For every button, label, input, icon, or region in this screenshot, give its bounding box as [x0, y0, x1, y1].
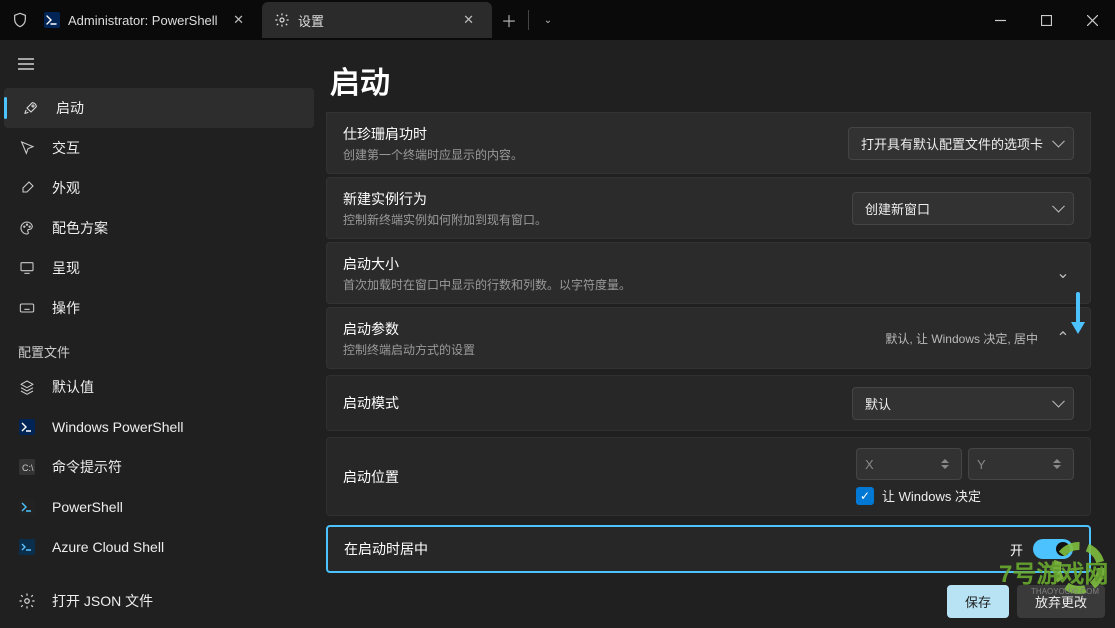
let-windows-decide-checkbox[interactable]: ✓ 让 Windows 决定: [856, 486, 981, 505]
nav-appearance[interactable]: 外观: [0, 168, 318, 208]
close-button[interactable]: [1069, 0, 1115, 40]
close-icon[interactable]: ✕: [457, 10, 480, 30]
nav-actions[interactable]: 操作: [0, 288, 318, 328]
profile-defaults[interactable]: 默认值: [0, 367, 318, 407]
minimize-button[interactable]: [977, 0, 1023, 40]
profile-cmd[interactable]: C:\ 命令提示符: [0, 447, 318, 487]
spinner-icon[interactable]: [1053, 453, 1067, 475]
card-title: 仕珍珊肩功时: [343, 124, 848, 144]
content: 启动 仕珍珊肩功时 创建第一个终端时应显示的内容。 打开具有默认配置文件的选项卡…: [318, 40, 1115, 628]
nav-label: 外观: [52, 178, 80, 198]
nav-rendering[interactable]: 呈现: [0, 248, 318, 288]
window-controls: [977, 0, 1115, 40]
card-title: 启动大小: [343, 254, 1042, 274]
close-icon[interactable]: ✕: [227, 10, 250, 30]
titlebar: Administrator: PowerShell ✕ 设置 ✕ ＋ ⌄: [0, 0, 1115, 40]
open-json-label: 打开 JSON 文件: [52, 591, 153, 611]
keyboard-icon: [18, 300, 36, 316]
svg-text:C:\: C:\: [22, 463, 34, 473]
default-profile-dropdown[interactable]: 打开具有默认配置文件的选项卡: [848, 127, 1074, 160]
row-label: 启动位置: [343, 467, 856, 487]
palette-icon: [18, 220, 36, 236]
powershell-icon: [44, 12, 60, 28]
nav-label: 呈现: [52, 258, 80, 278]
profile-azure[interactable]: Azure Cloud Shell: [0, 527, 318, 567]
card-title: 新建实例行为: [343, 189, 852, 209]
gear-icon: [18, 592, 36, 610]
row-launch-position: 启动位置 X Y ✓ 让 Windows 决定: [326, 437, 1091, 516]
nav-startup[interactable]: 启动: [4, 88, 314, 128]
row-launch-mode: 启动模式 默认: [326, 375, 1091, 431]
discard-button[interactable]: 放弃更改: [1017, 585, 1105, 618]
nav-label: 交互: [52, 138, 80, 158]
tab-label: 设置: [298, 11, 449, 30]
spinner-icon[interactable]: [941, 453, 955, 475]
cmd-icon: C:\: [18, 459, 36, 475]
pwsh-icon: [18, 499, 36, 515]
tab-powershell[interactable]: Administrator: PowerShell ✕: [32, 2, 262, 38]
nav-label: 启动: [56, 98, 84, 118]
toggle-state-label: 开: [1010, 540, 1023, 559]
tab-dropdown-button[interactable]: ⌄: [531, 15, 565, 26]
shield-icon: [8, 12, 32, 28]
card-subtitle: 控制终端启动方式的设置: [343, 341, 885, 358]
tab-divider: [528, 10, 529, 30]
nav-label: 配色方案: [52, 218, 108, 238]
card-launch-size[interactable]: 启动大小 首次加载时在窗口中显示的行数和列数。以字符度量。 ⌄: [326, 242, 1091, 304]
profile-winpowershell[interactable]: Windows PowerShell: [0, 407, 318, 447]
nav-label: PowerShell: [52, 499, 123, 515]
new-instance-dropdown[interactable]: 创建新窗口: [852, 192, 1074, 225]
card-summary: 默认, 让 Windows 决定, 居中: [885, 330, 1038, 347]
page-title: 启动: [330, 58, 1091, 102]
rocket-icon: [22, 100, 40, 116]
monitor-icon: [18, 260, 36, 276]
save-button[interactable]: 保存: [947, 585, 1009, 618]
layers-icon: [18, 379, 36, 395]
nav-label: 默认值: [52, 377, 94, 397]
card-subtitle: 控制新终端实例如何附加到现有窗口。: [343, 211, 852, 228]
nav-label: 命令提示符: [52, 457, 122, 477]
chevron-down-icon[interactable]: ⌄: [1052, 263, 1074, 283]
card-subtitle: 首次加载时在窗口中显示的行数和列数。以字符度量。: [343, 276, 1042, 293]
gear-icon: [274, 12, 290, 28]
card-default-profile: 仕珍珊肩功时 创建第一个终端时应显示的内容。 打开具有默认配置文件的选项卡: [326, 112, 1091, 174]
nav-colorschemes[interactable]: 配色方案: [0, 208, 318, 248]
tab-settings[interactable]: 设置 ✕: [262, 2, 492, 38]
x-input[interactable]: X: [856, 448, 962, 480]
brush-icon: [18, 180, 36, 196]
powershell-icon: [18, 419, 36, 435]
row-center-on-launch: 在启动时居中 开: [326, 525, 1091, 573]
sidebar: 启动 交互 外观 配色方案 呈现 操作 配置文件: [0, 40, 318, 628]
row-label: 在启动时居中: [344, 539, 1010, 559]
annotation-arrow-icon: [1069, 292, 1087, 336]
nav-label: Windows PowerShell: [52, 419, 184, 435]
center-on-launch-toggle[interactable]: [1033, 539, 1073, 559]
card-subtitle: 创建第一个终端时应显示的内容。: [343, 146, 848, 163]
card-new-instance: 新建实例行为 控制新终端实例如何附加到现有窗口。 创建新窗口: [326, 177, 1091, 239]
azure-icon: [18, 539, 36, 555]
nav-interaction[interactable]: 交互: [0, 128, 318, 168]
menu-button[interactable]: [6, 46, 46, 82]
tab-label: Administrator: PowerShell: [68, 13, 219, 28]
maximize-button[interactable]: [1023, 0, 1069, 40]
card-launch-params[interactable]: 启动参数 控制终端启动方式的设置 默认, 让 Windows 决定, 居中 ⌃: [326, 307, 1091, 369]
nav-label: 操作: [52, 298, 80, 318]
nav-label: Azure Cloud Shell: [52, 539, 164, 555]
profiles-header: 配置文件: [0, 328, 318, 367]
new-tab-button[interactable]: ＋: [492, 8, 526, 32]
card-title: 启动参数: [343, 319, 885, 339]
cursor-icon: [18, 140, 36, 156]
checkbox-checked-icon: ✓: [856, 487, 874, 505]
row-label: 启动模式: [343, 393, 852, 413]
profile-pwsh[interactable]: PowerShell: [0, 487, 318, 527]
launch-mode-dropdown[interactable]: 默认: [852, 387, 1074, 420]
footer: 保存 放弃更改: [947, 585, 1105, 618]
y-input[interactable]: Y: [968, 448, 1074, 480]
open-json-button[interactable]: 打开 JSON 文件: [0, 572, 318, 628]
